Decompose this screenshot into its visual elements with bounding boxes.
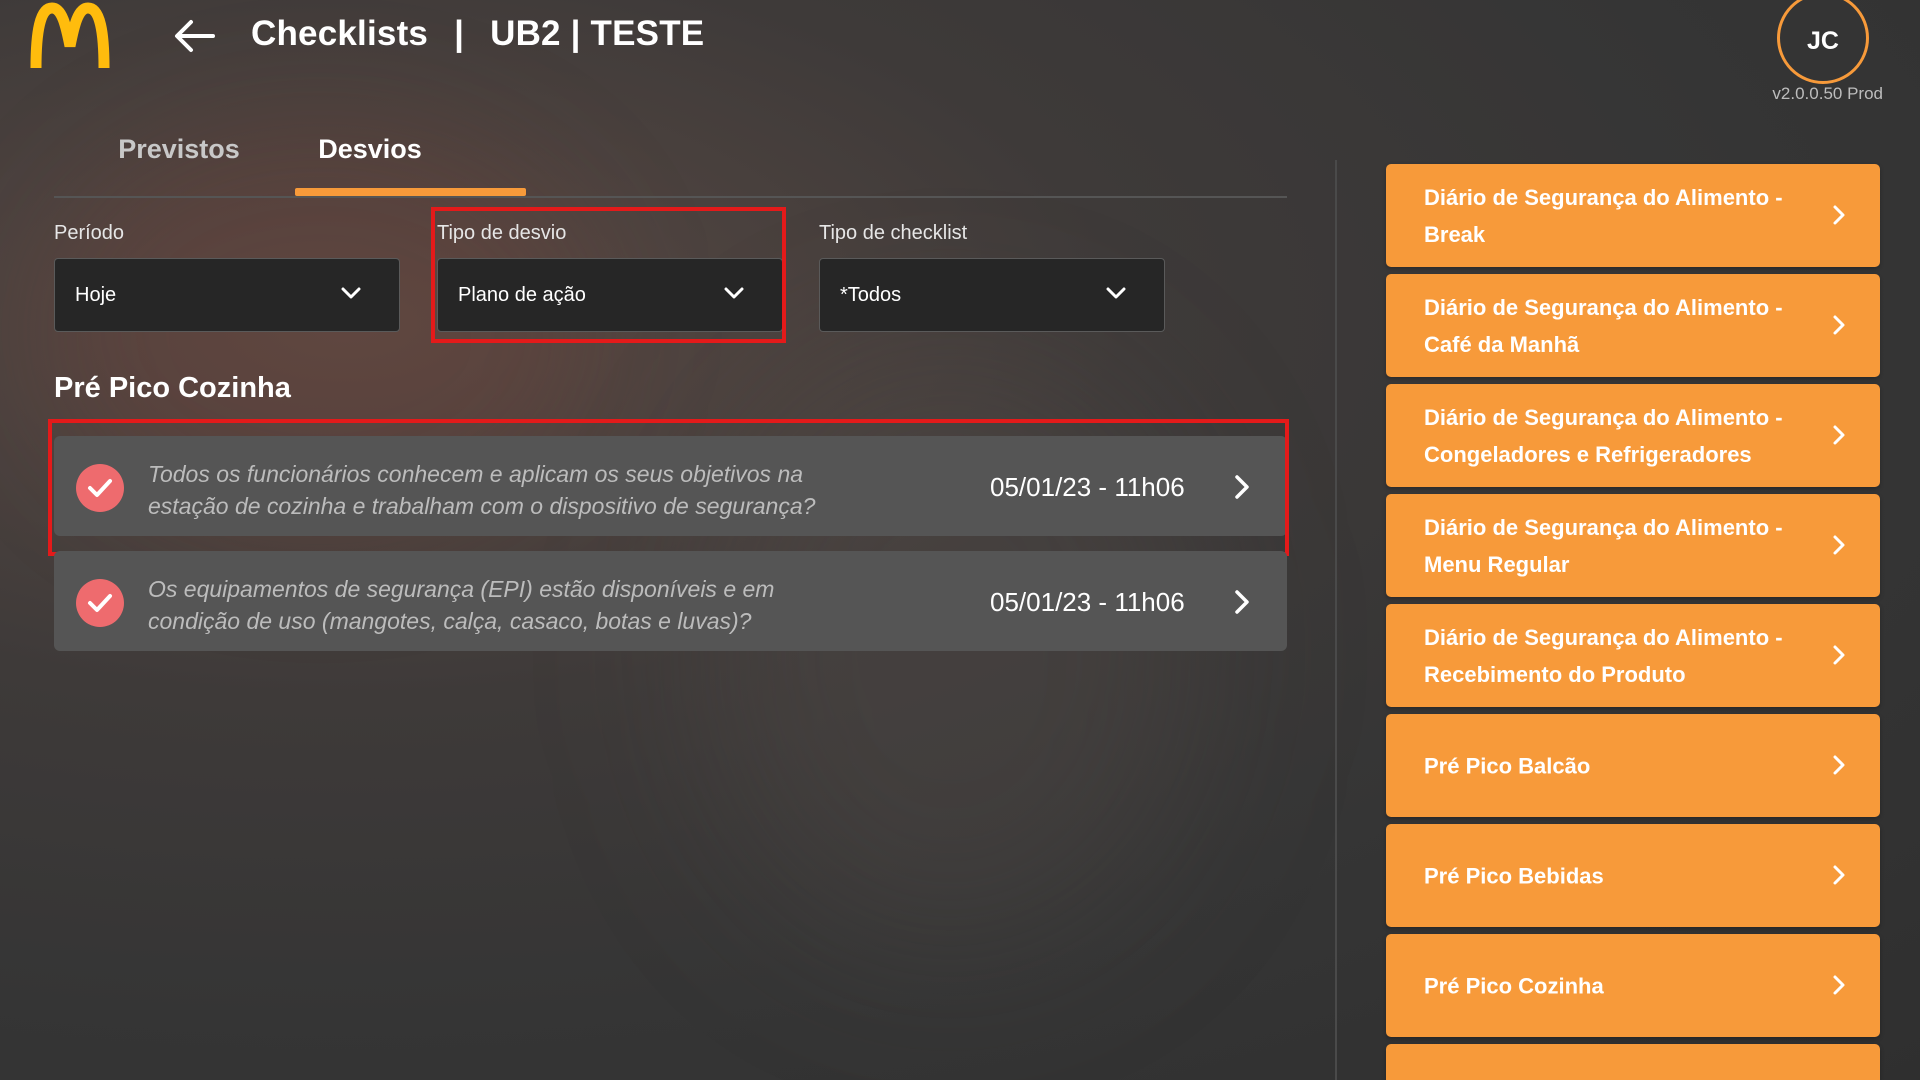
back-arrow-icon[interactable]: [170, 14, 218, 58]
checklist-card[interactable]: Pré Pico Bebidas: [1386, 824, 1880, 927]
title-text: Checklists: [251, 14, 429, 53]
item-question: Os equipamentos de segurança (EPI) estão…: [148, 576, 775, 634]
version-label: v2.0.0.50 Prod: [1772, 84, 1883, 103]
tab-desvios[interactable]: Desvios: [295, 134, 445, 165]
checklist-card[interactable]: Diário de Segurança do Alimento - Recebi…: [1386, 604, 1880, 707]
chevron-right-icon: [1833, 975, 1845, 995]
chevron-down-icon: [724, 287, 744, 299]
checklist-card[interactable]: [1386, 1044, 1880, 1080]
check-icon: [76, 464, 124, 512]
tipo-checklist-value: *Todos: [840, 283, 902, 306]
page-title: Checklists | UB2 | TESTE: [251, 14, 704, 54]
tab-bar: Previstos Desvios: [54, 120, 1287, 198]
user-avatar[interactable]: JC: [1777, 0, 1869, 84]
chevron-right-icon: [1833, 205, 1845, 225]
tipo-desvio-select[interactable]: Plano de ação: [437, 258, 783, 332]
tipo-checklist-select[interactable]: *Todos: [819, 258, 1165, 332]
chevron-right-icon: [1833, 645, 1845, 665]
chevron-right-icon: [1235, 475, 1249, 499]
checklist-card-label: Pré Pico Cozinha: [1424, 973, 1604, 998]
chevron-down-icon: [1106, 287, 1126, 299]
tipo-checklist-label: Tipo de checklist: [819, 222, 968, 244]
periodo-select[interactable]: Hoje: [54, 258, 400, 332]
item-date: 05/01/23 - 11h06: [990, 587, 1185, 617]
list-item[interactable]: Os equipamentos de segurança (EPI) estão…: [54, 551, 1287, 651]
chevron-right-icon: [1833, 535, 1845, 555]
item-date: 05/01/23 - 11h06: [990, 472, 1185, 502]
checklist-card[interactable]: Pré Pico Balcão: [1386, 714, 1880, 817]
store-name: UB2 | TESTE: [490, 14, 705, 53]
tipo-desvio-label: Tipo de desvio: [437, 222, 567, 244]
item-question: Todos os funcionários conhecem e aplicam…: [148, 461, 816, 519]
checklist-card[interactable]: Diário de Segurança do Alimento - Break: [1386, 164, 1880, 267]
checklist-card[interactable]: Diário de Segurança do Alimento - Menu R…: [1386, 494, 1880, 597]
chevron-right-icon: [1833, 755, 1845, 775]
checklist-card-label: Diário de Segurança do Alimento - Break: [1424, 184, 1783, 247]
chevron-right-icon: [1235, 590, 1249, 614]
periodo-value: Hoje: [75, 283, 117, 306]
checklist-card-label: Pré Pico Balcão: [1424, 753, 1591, 778]
section-title: Pré Pico Cozinha: [54, 372, 291, 404]
checklist-card[interactable]: Pré Pico Cozinha: [1386, 934, 1880, 1037]
checklist-card[interactable]: Diário de Segurança do Alimento - Congel…: [1386, 384, 1880, 487]
active-tab-indicator: [295, 188, 526, 196]
chevron-down-icon: [341, 287, 361, 299]
chevron-right-icon: [1833, 315, 1845, 335]
checklist-card[interactable]: Diário de Segurança do Alimento - Café d…: [1386, 274, 1880, 377]
checklist-card-label: Diário de Segurança do Alimento - Congel…: [1424, 404, 1783, 467]
title-separator: |: [454, 14, 465, 53]
tab-previstos[interactable]: Previstos: [116, 134, 242, 165]
checklist-card-label: Diário de Segurança do Alimento - Menu R…: [1424, 514, 1783, 577]
panel-divider: [1335, 160, 1337, 1080]
checklist-card-label: Diário de Segurança do Alimento - Recebi…: [1424, 624, 1783, 687]
tipo-desvio-value: Plano de ação: [458, 283, 586, 306]
periodo-label: Período: [54, 222, 125, 244]
mcdonalds-logo: [30, 2, 110, 70]
check-icon: [76, 579, 124, 627]
checklist-card-label: Diário de Segurança do Alimento - Café d…: [1424, 294, 1783, 357]
checklist-card-label: Pré Pico Bebidas: [1424, 863, 1604, 888]
chevron-right-icon: [1833, 865, 1845, 885]
user-initials: JC: [1807, 26, 1839, 55]
chevron-right-icon: [1833, 425, 1845, 445]
list-item[interactable]: Todos os funcionários conhecem e aplicam…: [54, 436, 1287, 536]
